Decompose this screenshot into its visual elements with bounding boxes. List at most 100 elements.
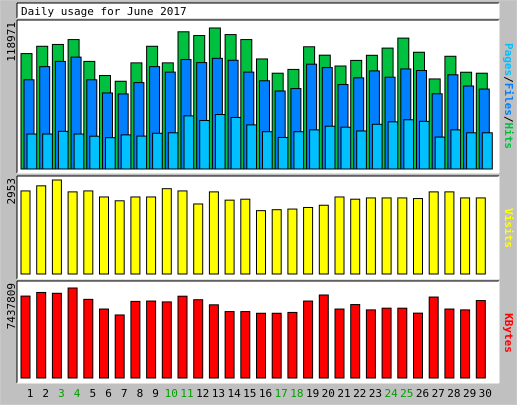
kbytes-bar bbox=[271, 312, 282, 379]
day-tick-label: 10 bbox=[165, 387, 178, 400]
visits-bar bbox=[334, 196, 345, 275]
visits-max-label: 2953 bbox=[5, 178, 18, 205]
pages-bar bbox=[152, 132, 164, 170]
pages-bar bbox=[246, 124, 258, 170]
day-tick-label: 11 bbox=[180, 387, 193, 400]
visits-bar bbox=[428, 191, 439, 275]
legend-pages: Pages bbox=[502, 43, 515, 76]
chart-title: Daily usage for June 2017 bbox=[21, 5, 187, 18]
visits-bar bbox=[475, 197, 486, 275]
kbytes-bar bbox=[20, 295, 31, 379]
kbytes-bar bbox=[350, 304, 361, 379]
pages-bar bbox=[434, 136, 446, 170]
usage-legend: Pages/Files/Hits bbox=[502, 43, 515, 149]
day-tick-label: 7 bbox=[121, 387, 128, 400]
day-tick-label: 21 bbox=[337, 387, 350, 400]
visits-bar bbox=[460, 197, 471, 275]
kbytes-bar bbox=[444, 308, 455, 379]
day-tick-label: 20 bbox=[322, 387, 335, 400]
day-tick-label: 27 bbox=[432, 387, 445, 400]
pages-bar bbox=[371, 123, 383, 170]
kbytes-bar bbox=[413, 312, 423, 379]
day-tick-label: 24 bbox=[384, 387, 398, 400]
kbytes-bar bbox=[51, 292, 62, 379]
day-tick-label: 23 bbox=[369, 387, 382, 400]
day-tick-label: 5 bbox=[89, 387, 96, 400]
day-tick-label: 17 bbox=[275, 387, 288, 400]
daily-usage-chart: Daily usage for June 2017118971 Pages/Fil… bbox=[5, 2, 515, 400]
kbytes-bar bbox=[334, 308, 345, 379]
pages-bar bbox=[262, 131, 273, 170]
pages-bar bbox=[89, 135, 101, 170]
kbytes-bar bbox=[256, 312, 266, 379]
visits-bar bbox=[114, 200, 125, 275]
kbytes-bar bbox=[161, 301, 172, 379]
day-tick-label: 26 bbox=[416, 387, 429, 400]
visits-bar bbox=[161, 188, 172, 275]
pages-bar bbox=[481, 132, 493, 170]
pages-bar bbox=[403, 119, 415, 170]
day-tick-label: 12 bbox=[196, 387, 209, 400]
kbytes-bar bbox=[318, 294, 329, 379]
kbytes-bar bbox=[475, 300, 486, 379]
kbytes-bar bbox=[224, 311, 235, 379]
day-tick-label: 3 bbox=[58, 387, 65, 400]
kbytes-bar bbox=[130, 300, 141, 379]
day-tick-label: 22 bbox=[353, 387, 366, 400]
visits-bar bbox=[130, 196, 141, 275]
visits-bar bbox=[444, 191, 455, 275]
visits-bar bbox=[365, 197, 376, 275]
kbytes-bar bbox=[193, 299, 204, 379]
pages-bar bbox=[309, 129, 321, 170]
kbytes-max-label: 7437809 bbox=[5, 283, 18, 329]
day-tick-label: 9 bbox=[152, 387, 159, 400]
day-tick-label: 14 bbox=[227, 387, 241, 400]
kbytes-bar bbox=[381, 307, 392, 379]
kbytes-bar bbox=[287, 311, 298, 379]
usage-max-label: 118971 bbox=[5, 22, 18, 62]
pages-bar bbox=[387, 121, 399, 170]
pages-bar bbox=[57, 130, 69, 170]
pages-bar bbox=[356, 130, 368, 170]
kbytes-bar bbox=[428, 296, 439, 379]
visits-bar bbox=[303, 206, 314, 275]
visits-bar bbox=[36, 185, 47, 275]
pages-bar bbox=[105, 137, 116, 170]
legend-hits: Hits bbox=[502, 123, 515, 150]
pages-bar bbox=[42, 133, 54, 170]
day-tick-label: 19 bbox=[306, 387, 319, 400]
visits-bar bbox=[287, 208, 298, 275]
pages-bar bbox=[183, 115, 195, 170]
visits-bar bbox=[83, 190, 94, 275]
kbytes-bar bbox=[99, 308, 109, 379]
kbytes-bar bbox=[146, 300, 157, 379]
kbytes-bar bbox=[208, 304, 219, 379]
visits-bar bbox=[177, 190, 188, 275]
day-tick-label: 29 bbox=[463, 387, 476, 400]
kbytes-legend: KBytes bbox=[502, 313, 515, 353]
pages-bar bbox=[120, 134, 132, 170]
day-tick-label: 28 bbox=[447, 387, 460, 400]
visits-bar bbox=[413, 198, 423, 275]
day-tick-label: 16 bbox=[259, 387, 272, 400]
kbytes-bar bbox=[365, 309, 376, 379]
visits-bar bbox=[67, 191, 78, 275]
visits-bar bbox=[146, 196, 157, 275]
kbytes-bar bbox=[397, 307, 408, 379]
kbytes-bar bbox=[67, 287, 78, 379]
visits-bar bbox=[208, 191, 219, 275]
pages-bar bbox=[450, 129, 462, 170]
legend-kbytes: KBytes bbox=[502, 313, 515, 353]
day-tick-label: 2 bbox=[42, 387, 49, 400]
day-tick-label: 18 bbox=[290, 387, 303, 400]
pages-bar bbox=[73, 133, 85, 170]
day-tick-label: 1 bbox=[27, 387, 34, 400]
visits-bar bbox=[318, 204, 329, 275]
kbytes-bar bbox=[83, 298, 94, 379]
day-tick-label: 4 bbox=[74, 387, 81, 400]
pages-bar bbox=[293, 131, 305, 170]
kbytes-bar bbox=[177, 295, 188, 379]
pages-bar bbox=[419, 120, 430, 170]
visits-bar bbox=[224, 199, 235, 275]
visits-bar bbox=[51, 179, 62, 275]
